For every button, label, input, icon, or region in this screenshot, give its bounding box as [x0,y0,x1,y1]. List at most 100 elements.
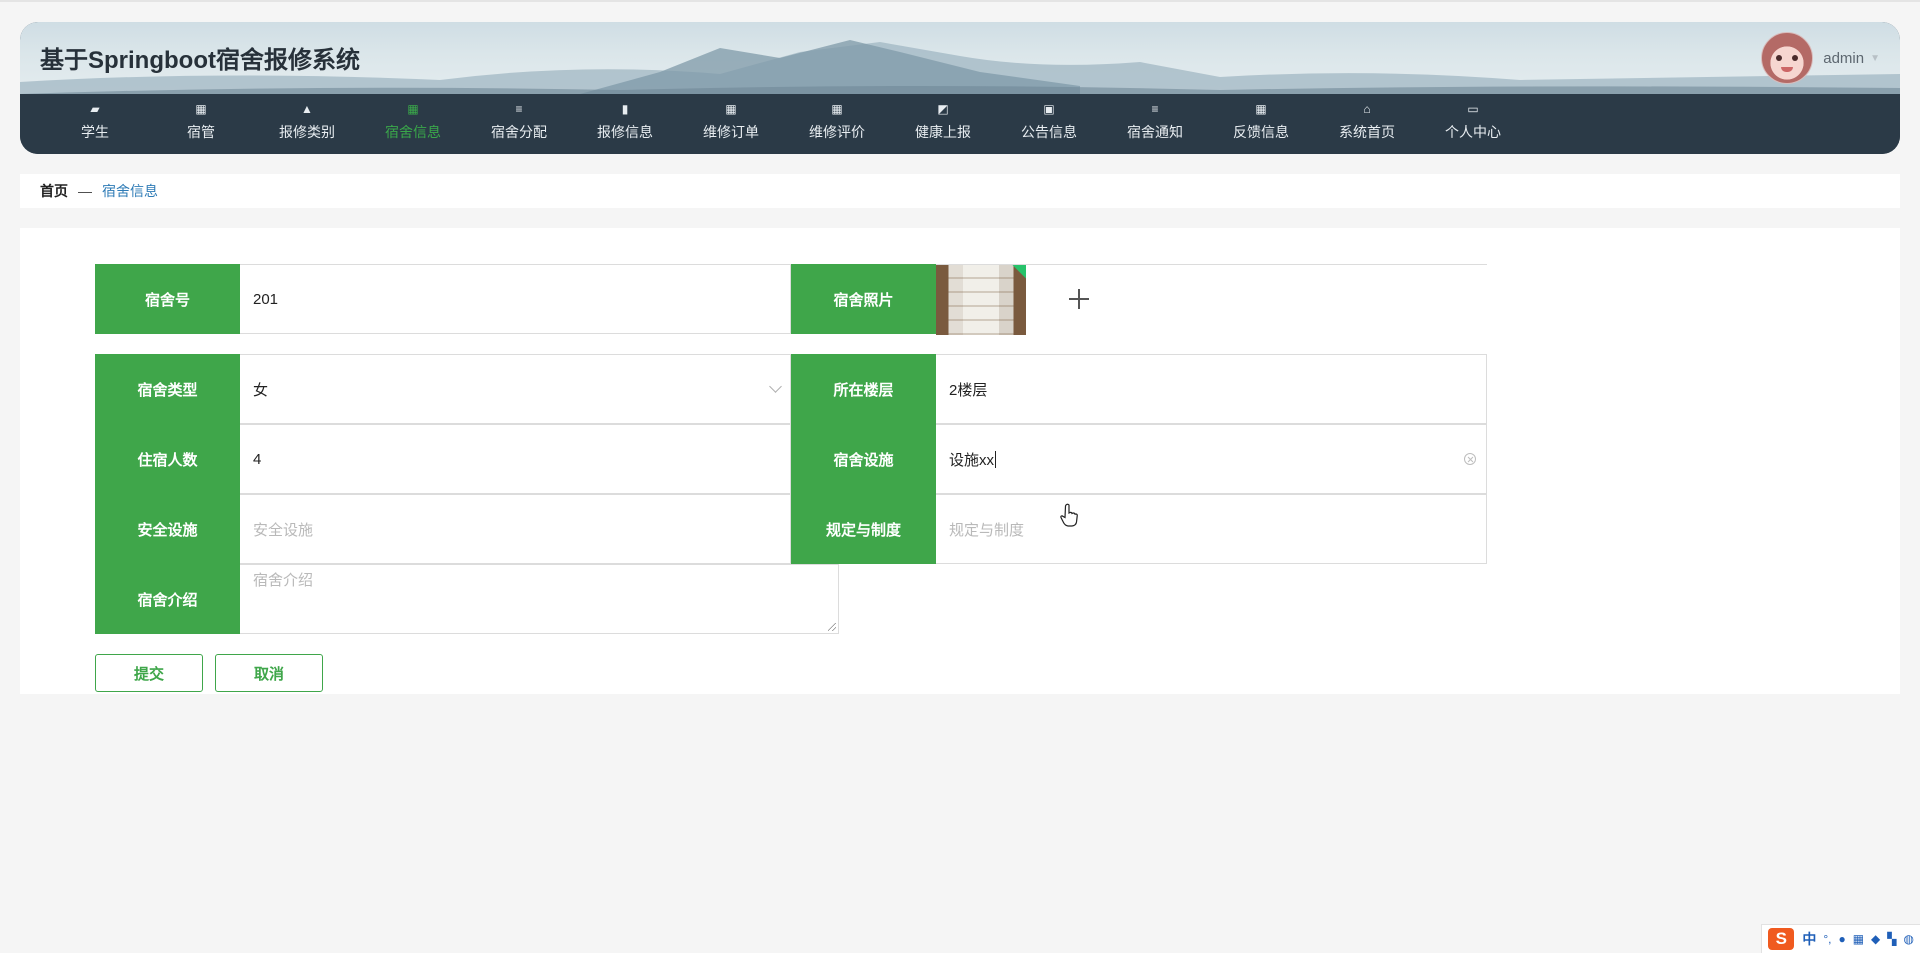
clear-icon[interactable] [1464,453,1476,465]
nav-label: 学生 [81,124,109,140]
caret-down-icon[interactable]: ▼ [1870,53,1880,64]
breadcrumb-home[interactable]: 首页 [40,181,68,201]
user-card-icon: ▰ [90,102,100,116]
avatar[interactable] [1761,32,1814,84]
form-row-5: 宿舍介绍 宿舍介绍 [95,564,839,634]
resize-handle-icon[interactable] [828,623,836,631]
header-banner: 基于Springboot宿舍报修系统 admin ▼ [20,22,1900,94]
chevron-down-icon [769,380,782,393]
hand-pointer-icon [1060,503,1078,527]
nav-item-6[interactable]: ▦ 维修订单 [678,94,784,154]
nav-label: 维修评价 [809,124,865,140]
keyboard-icon[interactable]: ▦ [1853,932,1864,946]
list-icon: ≡ [1151,102,1159,116]
rules-input[interactable]: 规定与制度 [936,494,1487,564]
top-border [0,0,1920,2]
nav-item-10[interactable]: ≡ 宿舍通知 [1102,94,1208,154]
header: 基于Springboot宿舍报修系统 admin ▼ ▰ 学生 ▦ 宿管 ▲ 报修类别 ▦ 宿… [20,22,1900,154]
nav-item-13[interactable]: ▭ 个人中心 [1420,94,1526,154]
nav-item-7[interactable]: ▦ 维修评价 [784,94,890,154]
breadcrumb-current: 宿舍信息 [102,183,158,199]
facilities-value: 设施xx [949,451,995,469]
bar-chart-icon: ▮ [621,102,629,116]
dorm-photo-upload [936,264,1487,335]
floor-label: 所在楼层 [791,354,936,424]
occupants-label: 住宿人数 [95,424,240,494]
apps-icon[interactable]: ▚ [1887,932,1896,946]
nav-label: 反馈信息 [1233,124,1289,140]
grid-icon: ▦ [831,102,843,116]
intro-placeholder: 宿舍介绍 [253,572,314,589]
intro-label: 宿舍介绍 [95,564,240,634]
text-cursor [995,450,997,468]
ime-toolbar: S 中 °, ● ▦ ◆ ▚ ◍ [1761,924,1920,953]
nav-label: 宿管 [187,124,215,140]
facilities-input[interactable]: 设施xx [936,424,1487,494]
nav-item-11[interactable]: ▦ 反馈信息 [1208,94,1314,154]
breadcrumb-separator: — [78,183,92,199]
occupants-input[interactable]: 4 [240,424,791,494]
dorm-no-input[interactable]: 201 [240,264,791,334]
nav-item-0[interactable]: ▰ 学生 [42,94,148,154]
nav-item-9[interactable]: ▣ 公告信息 [996,94,1102,154]
floor-input[interactable]: 2楼层 [936,354,1487,424]
nav-label: 系统首页 [1339,124,1395,140]
submit-button[interactable]: 提交 [95,654,203,692]
nav-label: 报修类别 [279,124,335,140]
nav-item-4[interactable]: ≡ 宿舍分配 [466,94,572,154]
nav-label: 宿舍信息 [385,124,441,140]
site-title: 基于Springboot宿舍报修系统 [40,47,360,74]
nav-item-12[interactable]: ⌂ 系统首页 [1314,94,1420,154]
nav-label: 维修订单 [703,124,759,140]
nav-item-1[interactable]: ▦ 宿管 [148,94,254,154]
tools-icon[interactable]: ◍ [1904,932,1914,946]
grid-icon: ▦ [1255,102,1267,116]
person-icon: ▲ [301,102,313,116]
nav-item-3[interactable]: ▦ 宿舍信息 [360,94,466,154]
nav-item-5[interactable]: ▮ 报修信息 [572,94,678,154]
safety-input[interactable]: 安全设施 [240,494,791,564]
user-menu[interactable]: admin ▼ [1761,32,1880,84]
skin-icon[interactable]: ◆ [1871,932,1880,946]
form-row-1: 宿舍号 201 宿舍照片 [95,264,1487,335]
nav-label: 个人中心 [1445,124,1501,140]
nav-item-8[interactable]: ◩ 健康上报 [890,94,996,154]
list-icon: ≡ [515,102,523,116]
safety-label: 安全设施 [95,494,240,564]
facilities-label: 宿舍设施 [791,424,936,494]
ime-logo-icon[interactable]: S [1768,928,1795,950]
breadcrumb: 首页 — 宿舍信息 [20,174,1900,208]
dorm-type-label: 宿舍类型 [95,354,240,424]
dorm-no-label: 宿舍号 [95,264,240,334]
rules-label: 规定与制度 [791,494,936,564]
grid-icon: ▦ [725,102,737,116]
plus-icon[interactable] [1066,286,1092,312]
dorm-form: 宿舍号 201 宿舍照片 宿舍类型 女 所在楼层 2楼层 住宿人数 4 宿舍设施… [20,228,1900,694]
punctuation-icon[interactable]: °, [1823,932,1831,946]
dorm-photo-label: 宿舍照片 [791,264,936,334]
ime-language[interactable]: 中 [1802,929,1816,949]
nav-label: 公告信息 [1021,124,1077,140]
dorm-type-value: 女 [253,381,269,399]
nav-item-2[interactable]: ▲ 报修类别 [254,94,360,154]
home-icon: ⌂ [1363,102,1371,116]
briefcase-icon: ▣ [1043,102,1055,116]
nav-label: 宿舍通知 [1127,124,1183,140]
grid-icon: ▦ [195,102,207,116]
line-chart-icon: ◩ [937,102,949,116]
dorm-type-select[interactable]: 女 [240,354,791,424]
username[interactable]: admin [1823,50,1864,67]
nav-label: 宿舍分配 [491,124,547,140]
form-row-4: 安全设施 安全设施 规定与制度 规定与制度 [95,494,1487,564]
grid-icon: ▦ [407,102,419,116]
main-nav: ▰ 学生 ▦ 宿管 ▲ 报修类别 ▦ 宿舍信息 ≡ 宿舍分配 ▮ 报修信息 ▦ 维修订单 ▦ 维修评价 ◩ 健康上… [20,94,1900,154]
dorm-photo-thumbnail[interactable] [936,264,1026,335]
form-row-2: 宿舍类型 女 所在楼层 2楼层 [95,354,1487,424]
form-row-3: 住宿人数 4 宿舍设施 设施xx [95,424,1487,494]
cancel-button[interactable]: 取消 [215,654,323,692]
nav-label: 健康上报 [915,124,971,140]
wallet-icon: ▭ [1467,102,1479,116]
intro-textarea[interactable]: 宿舍介绍 [240,564,839,634]
microphone-icon[interactable]: ● [1838,932,1845,946]
nav-label: 报修信息 [597,124,653,140]
